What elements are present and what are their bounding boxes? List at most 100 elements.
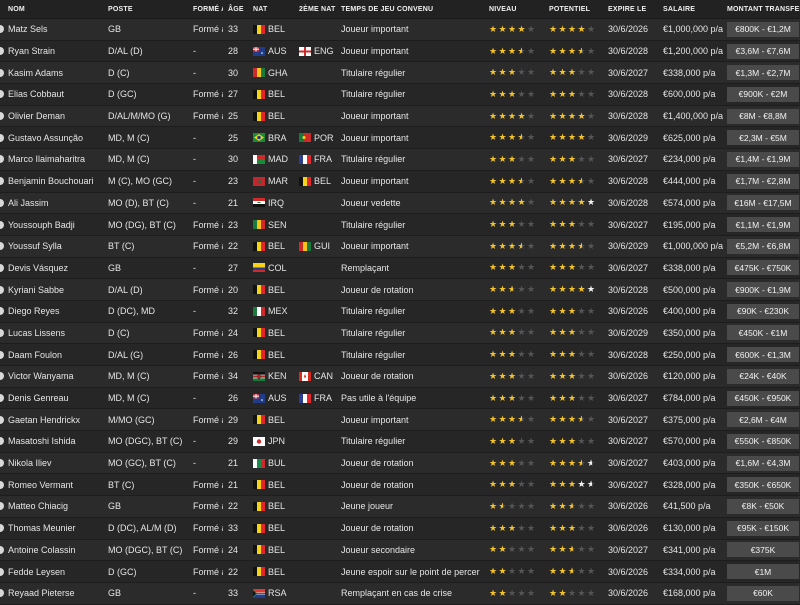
player-name-cell[interactable]: Gustavo Assunção [0,127,105,148]
transfer-value-badge[interactable]: €1,6M - €4,3M [727,455,799,471]
player-name[interactable]: Youssouph Badji [8,220,75,230]
transfer-value-badge[interactable]: €600K - €1,3M [727,347,799,363]
header-name[interactable]: NOM [0,0,113,18]
table-row[interactable]: Devis Vásquez GB -27 COL Remplaçant ★ ★ ★ ★ ★ ★ ★ ★ ★… [0,257,800,280]
table-row[interactable]: Denis Genreau MD, M (C) - 26 AUS FRA Pas utile… [0,387,800,410]
header-expires[interactable]: EXPIRE LE [608,0,661,18]
table-row[interactable]: Kyriani Sabbe D/AL (D) Formé au 20 BEL Joueur… [0,279,800,301]
player-name[interactable]: Victor Wanyama [8,371,74,381]
player-name-cell[interactable]: Youssuf Sylla [0,236,105,257]
player-name[interactable]: Diego Reyes [8,306,60,316]
table-row[interactable]: Matteo Chiacig GB Formé au 22 BEL Jeune joueu… [0,496,800,518]
player-name[interactable]: Devis Vásquez [8,263,68,273]
player-name-cell[interactable]: Marco Ilaimaharitra [0,149,105,170]
transfer-value-badge[interactable]: €450K - €1M [727,325,799,341]
player-name[interactable]: Ryan Strain [8,46,55,56]
player-name-cell[interactable]: Kyriani Sabbe [0,279,105,300]
player-name-cell[interactable]: Elias Cobbaut [0,84,105,105]
transfer-value-badge[interactable]: €900K - €1,9M [727,282,799,298]
transfer-value-badge[interactable]: €375K [727,542,799,558]
transfer-value-badge[interactable]: €90K - €230K [727,303,799,319]
player-name-cell[interactable]: Daam Foulon [0,344,105,365]
player-name-cell[interactable]: Reyaad Pieterse [0,583,105,604]
transfer-value-badge[interactable]: €900K - €2M [727,86,799,102]
player-name[interactable]: Youssuf Sylla [8,241,62,251]
player-name[interactable]: Fedde Leysen [8,567,65,577]
transfer-value-badge[interactable]: €2,3M - €5M [727,130,799,146]
table-row[interactable]: Masatoshi Ishida MO (DGC), BT (C) - 29 JPN Ti… [0,431,800,453]
table-row[interactable]: Gaetan Hendrickx M/MO (GC) Formé au 29 BEL Jo… [0,409,800,432]
player-name[interactable]: Thomas Meunier [8,523,76,533]
table-row[interactable]: Daam Foulon D/AL (G) Formé au 26 BEL Titulair… [0,344,800,366]
player-name-cell[interactable]: Diego Reyes [0,301,105,322]
transfer-value-badge[interactable]: €1M [727,564,799,580]
table-row[interactable]: Kasim Adams D (C) - 30 GHA Titulaire régulier… [0,62,800,85]
transfer-value-badge[interactable]: €475K - €750K [727,260,799,276]
transfer-value-badge[interactable]: €24K - €40K [727,368,799,384]
table-row[interactable]: Benjamin Bouchouari M (C), MO (GC) - 23 MAR B… [0,170,800,193]
player-name-cell[interactable]: Victor Wanyama [0,366,105,387]
player-name[interactable]: Elias Cobbaut [8,89,64,99]
player-name[interactable]: Romeo Vermant [8,480,73,490]
player-name[interactable]: Ali Jassim [8,198,49,208]
table-row[interactable]: Reyaad Pieterse GB - 33 RSA Remplaçant en cas… [0,582,800,605]
player-name-cell[interactable]: Nikola Iliev [0,453,105,474]
header-playtime[interactable]: TEMPS DE JEU CONVENU [341,0,489,18]
table-row[interactable]: Olivier Deman D/AL/M/MO (G) Formé au 25 BEL J… [0,105,800,128]
player-name-cell[interactable]: Olivier Deman [0,106,105,127]
table-row[interactable]: Marco Ilaimaharitra MD, M (C) - 30 MAD FRA Tit… [0,149,800,171]
table-row[interactable]: Elias Cobbaut D (GC) Formé au 27 BEL Titulair… [0,84,800,106]
header-nat[interactable]: NAT [253,0,298,18]
player-name-cell[interactable]: Fedde Leysen [0,561,105,582]
player-name[interactable]: Denis Genreau [8,393,69,403]
transfer-value-badge[interactable]: €1,7M - €2,8M [727,173,799,189]
player-name-cell[interactable]: Benjamin Bouchouari [0,171,105,192]
table-row[interactable]: Ryan Strain D/AL (D) - 28 AUS ENG Joueur impor… [0,40,800,63]
header-nat2[interactable]: 2ÈME NAT [299,0,341,18]
transfer-value-badge[interactable]: €450K - €950K [727,390,799,406]
transfer-value-badge[interactable]: €1,4M - €1,9M [727,151,799,167]
table-row[interactable]: Youssouph Badji MO (DG), BT (C) Formé au 23… [0,214,800,236]
header-transfer[interactable]: MONTANT TRANSFERT [727,0,800,18]
player-name-cell[interactable]: Masatoshi Ishida [0,431,105,452]
transfer-value-badge[interactable]: €2,6M - €4M [727,412,799,428]
player-name[interactable]: Reyaad Pieterse [8,588,75,598]
player-name-cell[interactable]: Matteo Chiacig [0,496,105,517]
header-level[interactable]: NIVEAU [489,0,549,18]
table-row[interactable]: Ali Jassim MO (D), BT (C) - 21 IRQ Joueur ved… [0,192,800,215]
header-potential[interactable]: POTENTIEL [549,0,609,18]
player-name[interactable]: Masatoshi Ishida [8,436,76,446]
player-name-cell[interactable]: Matz Sels [0,19,105,40]
player-name-cell[interactable]: Antoine Colassin [0,540,105,561]
transfer-value-badge[interactable]: €8K - €50K [727,498,799,514]
transfer-value-badge[interactable]: €550K - €850K [727,433,799,449]
transfer-value-badge[interactable]: €8M - €8,8M [727,108,799,124]
table-row[interactable]: Diego Reyes D (DC), MD - 32 MEX Titulaire rég… [0,300,800,323]
table-row[interactable]: Victor Wanyama MD, M (C) Formé au 34 KEN CAN J… [0,366,800,388]
player-name[interactable]: Marco Ilaimaharitra [8,154,85,164]
player-name-cell[interactable]: Lucas Lissens [0,323,105,344]
player-name[interactable]: Olivier Deman [8,111,65,121]
player-name[interactable]: Gustavo Assunção [8,133,83,143]
table-row[interactable]: Nikola Iliev MO (GC), BT (C) - 21 BUL Joueur … [0,452,800,475]
player-name[interactable]: Daam Foulon [8,350,62,360]
player-name[interactable]: Antoine Colassin [8,545,76,555]
header-salary[interactable]: SALAIRE [663,0,727,18]
transfer-value-badge[interactable]: €1,3M - €2,7M [727,65,799,81]
header-formed[interactable]: FORMÉ AU [193,0,223,18]
player-name[interactable]: Matteo Chiacig [8,501,68,511]
player-name[interactable]: Lucas Lissens [8,328,65,338]
table-row[interactable]: Matz Sels GB Formé au 33 BEL Joueur important… [0,19,800,41]
transfer-value-badge[interactable]: €16M - €17,5M [727,195,799,211]
player-name[interactable]: Kyriani Sabbe [8,285,64,295]
header-age[interactable]: ÂGE [228,0,250,18]
table-row[interactable]: Antoine Colassin MO (DGC), BT (C) Formé au… [0,539,800,562]
player-name-cell[interactable]: Youssouph Badji [0,214,105,235]
transfer-value-badge[interactable]: €3,6M - €7,6M [727,43,799,59]
header-position[interactable]: POSTE [108,0,193,18]
table-row[interactable]: Fedde Leysen D (GC) Formé au 22 BEL Jeune esp… [0,561,800,583]
player-name-cell[interactable]: Ali Jassim [0,193,105,214]
player-name[interactable]: Nikola Iliev [8,458,52,468]
transfer-value-badge[interactable]: €5,2M - €6,8M [727,238,799,254]
player-name[interactable]: Matz Sels [8,24,48,34]
